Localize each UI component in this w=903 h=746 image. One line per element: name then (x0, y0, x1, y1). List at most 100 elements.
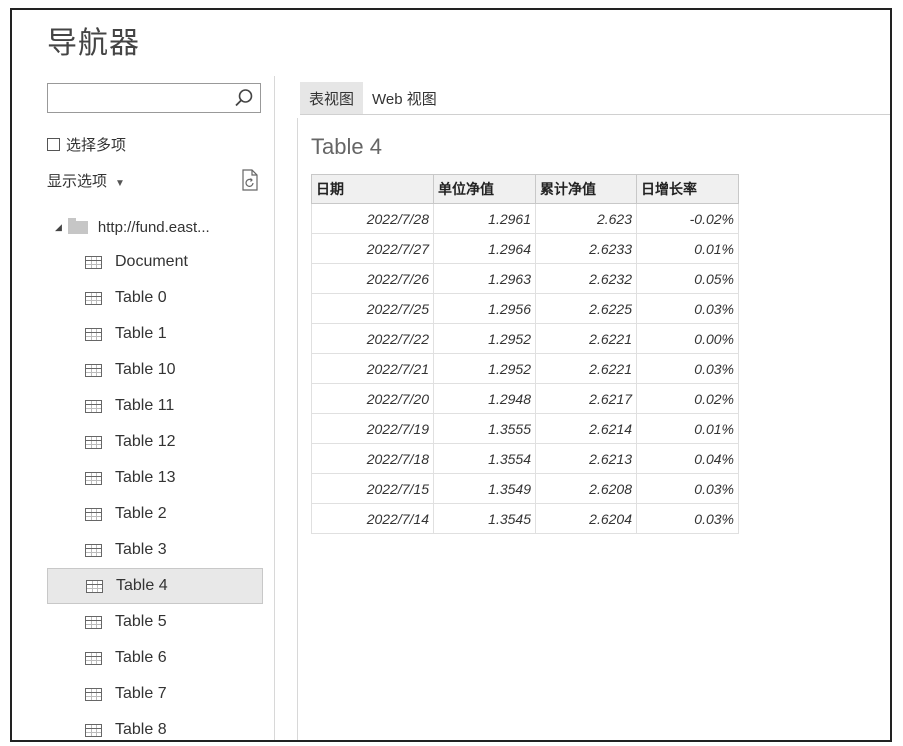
tab-web-view[interactable]: Web 视图 (363, 82, 446, 115)
tree-item[interactable]: Table 6 (47, 640, 263, 676)
table-icon (85, 651, 102, 665)
table-row: 2022/7/21 1.2952 2.6221 0.03% (311, 353, 739, 384)
table-row: 2022/7/26 1.2963 2.6232 0.05% (311, 263, 739, 294)
tree-item[interactable]: Table 0 (47, 280, 263, 316)
table-cell: 1.2956 (433, 293, 536, 324)
table-icon (85, 363, 102, 377)
table-icon (85, 399, 102, 413)
table-icon (85, 435, 102, 449)
navigator-tree: ◢ http://fund.east... Document Table 0 Tab… (47, 210, 263, 740)
table-cell: 2022/7/15 (311, 473, 434, 504)
root-label: http://fund.east... (97, 218, 210, 236)
table-cell: 2022/7/27 (311, 233, 434, 264)
table-cell: 2.623 (535, 203, 637, 234)
tree-root-node[interactable]: ◢ http://fund.east... (47, 210, 263, 244)
table-cell: 1.2948 (433, 383, 536, 414)
tree-item-label: Table 11 (115, 397, 175, 414)
tree-item-label: Table 8 (115, 721, 167, 738)
table-cell: 0.03% (636, 473, 739, 504)
expand-triangle-icon[interactable]: ◢ (55, 222, 62, 233)
table-cell: 2022/7/19 (311, 413, 434, 444)
checkbox-box[interactable] (47, 138, 60, 151)
table-icon (85, 291, 102, 305)
multi-select-checkbox[interactable]: 选择多项 (47, 134, 126, 155)
table-row: 2022/7/14 1.3545 2.6204 0.03% (311, 503, 739, 534)
preview-left-border (297, 118, 298, 740)
window-title: 导航器 (47, 27, 140, 60)
search-input[interactable] (47, 83, 261, 113)
tree-item-label: Table 4 (116, 577, 168, 594)
table-cell: -0.02% (636, 203, 739, 234)
table-cell: 2.6225 (535, 293, 637, 324)
tree-item[interactable]: Table 7 (47, 676, 263, 712)
table-cell: 2.6232 (535, 263, 637, 294)
table-row: 2022/7/27 1.2964 2.6233 0.01% (311, 233, 739, 264)
table-cell: 0.04% (636, 443, 739, 474)
tree-item[interactable]: Table 4 (47, 568, 263, 604)
preview-table: 日期 单位净值 累计净值 日增长率 2022/7/28 1.2961 2.623 -0… (311, 174, 739, 534)
tree-item-label: Table 12 (115, 433, 176, 450)
table-cell: 0.03% (636, 503, 739, 534)
tree-item[interactable]: Table 13 (47, 460, 263, 496)
table-icon (85, 471, 102, 485)
tree-item-label: Table 5 (115, 613, 167, 630)
tree-item[interactable]: Table 5 (47, 604, 263, 640)
search-icon[interactable] (234, 88, 254, 108)
tree-item[interactable]: Table 12 (47, 424, 263, 460)
table-cell: 1.3549 (433, 473, 536, 504)
refresh-icon[interactable] (241, 169, 259, 191)
tab-table-view[interactable]: 表视图 (300, 82, 364, 115)
table-row: 2022/7/18 1.3554 2.6213 0.04% (311, 443, 739, 474)
tab-underline (300, 114, 890, 115)
table-cell: 2022/7/28 (311, 203, 434, 234)
navigator-window: 导航器 选择多项 显示选项 ▼ ◢ http://fund.east... Doc… (10, 8, 892, 742)
table-cell: 2022/7/22 (311, 323, 434, 354)
tree-item[interactable]: Document (47, 244, 263, 280)
table-cell: 2022/7/18 (311, 443, 434, 474)
table-cell: 0.03% (636, 353, 739, 384)
table-cell: 2022/7/20 (311, 383, 434, 414)
table-cell: 2022/7/25 (311, 293, 434, 324)
tree-item[interactable]: Table 1 (47, 316, 263, 352)
table-cell: 2022/7/26 (311, 263, 434, 294)
table-cell: 2.6217 (535, 383, 637, 414)
table-cell: 1.3545 (433, 503, 536, 534)
display-options-label: 显示选项 (47, 173, 108, 190)
table-row: 2022/7/15 1.3549 2.6208 0.03% (311, 473, 739, 504)
table-row: 2022/7/28 1.2961 2.623 -0.02% (311, 203, 739, 234)
table-icon (85, 543, 102, 557)
table-cell: 0.00% (636, 323, 739, 354)
table-cell: 2.6221 (535, 323, 637, 354)
table-cell: 2.6233 (535, 233, 637, 264)
column-header[interactable]: 累计净值 (535, 174, 637, 204)
table-cell: 0.05% (636, 263, 739, 294)
table-cell: 0.01% (636, 233, 739, 264)
tree-item-label: Document (115, 253, 188, 270)
tree-item-label: Table 10 (115, 361, 176, 378)
tree-item-label: Table 7 (115, 685, 167, 702)
column-header[interactable]: 单位净值 (433, 174, 536, 204)
tree-item-label: Table 2 (115, 505, 167, 522)
tree-item-label: Table 6 (115, 649, 167, 666)
tree-item-label: Table 0 (115, 289, 167, 306)
table-cell: 1.2952 (433, 323, 536, 354)
table-cell: 0.01% (636, 413, 739, 444)
table-cell: 1.3554 (433, 443, 536, 474)
column-header[interactable]: 日增长率 (636, 174, 739, 204)
table-cell: 1.2963 (433, 263, 536, 294)
tree-item[interactable]: Table 3 (47, 532, 263, 568)
folder-icon (67, 217, 88, 234)
table-icon (85, 615, 102, 629)
table-icon (85, 327, 102, 341)
table-cell: 2022/7/14 (311, 503, 434, 534)
column-header[interactable]: 日期 (311, 174, 434, 204)
table-cell: 0.03% (636, 293, 739, 324)
display-options-dropdown[interactable]: 显示选项 ▼ (47, 170, 125, 191)
table-cell: 1.3555 (433, 413, 536, 444)
tree-item[interactable]: Table 11 (47, 388, 263, 424)
tree-item[interactable]: Table 8 (47, 712, 263, 740)
table-cell: 0.02% (636, 383, 739, 414)
table-cell: 1.2952 (433, 353, 536, 384)
tree-item[interactable]: Table 10 (47, 352, 263, 388)
tree-item[interactable]: Table 2 (47, 496, 263, 532)
